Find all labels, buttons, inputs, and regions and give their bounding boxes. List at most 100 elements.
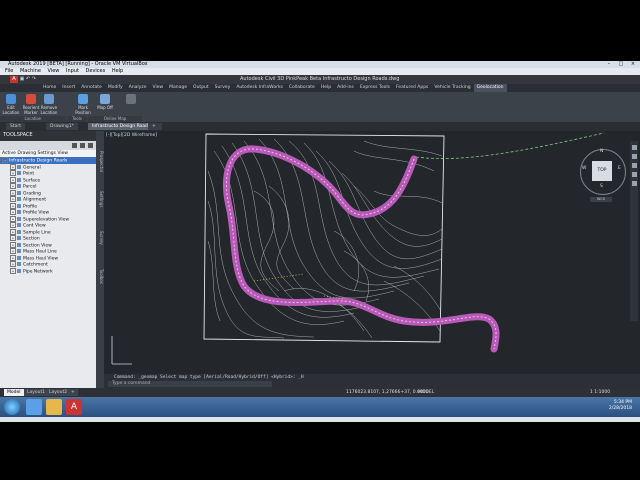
mark-position-label: Mark Position xyxy=(75,105,91,115)
settings-tree: − Infrastructo Design Roads + General + Poi… xyxy=(0,157,96,274)
doc-tab-start[interactable]: Start xyxy=(6,123,25,130)
zoom-extents-icon[interactable] xyxy=(631,163,637,168)
menu-devices[interactable]: Devices xyxy=(86,68,106,74)
drawing-viewport[interactable]: [-][Top][2D Wireframe] TOP N S E W WCS xyxy=(104,131,640,374)
new-tab-icon[interactable]: + xyxy=(148,123,162,130)
edit-location-label: Edit Location xyxy=(2,105,20,115)
tab-express-tools[interactable]: Express Tools xyxy=(357,84,393,92)
doc-tab-infrastructo[interactable]: Infrastructo Design Roads* xyxy=(88,123,157,130)
marker-icon xyxy=(26,94,36,104)
vbox-title: Autodesk 2019 [BETA] [Running] - Oracle … xyxy=(8,61,148,67)
viewcube-east: E xyxy=(618,166,621,171)
maximize-icon[interactable]: □ xyxy=(616,61,626,68)
side-tab-settings[interactable]: Settings xyxy=(96,191,104,207)
road-corridor xyxy=(223,145,500,353)
quick-access-toolbar[interactable]: A ▣ ↶ ↷ xyxy=(10,76,36,83)
clock-date: 2/28/2018 xyxy=(608,406,632,411)
menu-help[interactable]: Help xyxy=(112,68,123,74)
capture-icon xyxy=(126,94,136,104)
toolspace-view-icon[interactable] xyxy=(80,143,85,148)
tab-add-ins[interactable]: Add-ins xyxy=(334,84,357,92)
vbox-titlebar: Autodesk 2019 [BETA] [Running] - Oracle … xyxy=(0,61,640,68)
viewcube-south: S xyxy=(600,184,603,189)
menu-machine[interactable]: Machine xyxy=(20,68,41,74)
full-navigation-wheel-icon[interactable] xyxy=(631,145,637,150)
viewcube-north: N xyxy=(600,149,604,154)
edit-location-button[interactable]: Edit Location xyxy=(2,94,20,116)
orbit-icon[interactable] xyxy=(631,172,637,177)
annotation-scale[interactable]: 1 1:1000 xyxy=(590,389,610,396)
menu-file[interactable]: File xyxy=(5,68,13,74)
redo-icon[interactable]: ↷ xyxy=(32,76,36,82)
tab-help[interactable]: Help xyxy=(318,84,334,92)
vbox-menubar: File Machine View Input Devices Help xyxy=(0,68,640,75)
tab-output[interactable]: Output xyxy=(190,84,212,92)
mark-position-button[interactable]: Mark Position xyxy=(74,94,92,116)
app-menu-icon[interactable]: A xyxy=(10,76,18,83)
remove-location-icon xyxy=(44,94,54,104)
coordinates-readout: 1176023.8107, 1,27666+37, 0.0000 xyxy=(346,390,429,395)
save-icon[interactable]: ▣ xyxy=(20,76,25,82)
tab-infraworks[interactable]: Autodesk InfraWorks xyxy=(233,84,286,92)
toolspace-toolbar xyxy=(0,141,96,150)
tab-vehicle-tracking[interactable]: Vehicle Tracking xyxy=(431,84,473,92)
remove-location-label: Remove Location xyxy=(40,105,58,115)
reorient-marker-button[interactable]: Reorient Marker xyxy=(22,94,40,116)
capture-button[interactable] xyxy=(122,94,140,116)
map-icon xyxy=(100,94,110,104)
menu-view[interactable]: View xyxy=(48,68,60,74)
ribbon-tabs: Home Insert Annotate Modify Analyze View Manag… xyxy=(0,84,640,92)
add-layout-icon[interactable]: + xyxy=(68,389,78,396)
layout-tab-model[interactable]: Model xyxy=(4,389,24,396)
tab-analyze[interactable]: Analyze xyxy=(126,84,150,92)
tab-survey[interactable]: Survey xyxy=(212,84,234,92)
ie-icon[interactable] xyxy=(26,399,42,415)
windows-taskbar: A 5:34 PM 2/28/2018 xyxy=(0,397,640,417)
tab-view[interactable]: View xyxy=(149,84,166,92)
status-bar: Model Layout1 Layout2 + 1176023.8107, 1,… xyxy=(0,388,640,397)
model-space-indicator[interactable]: MODEL xyxy=(418,389,434,396)
layout-tab-layout1[interactable]: Layout1 xyxy=(24,389,49,396)
drawing-canvas[interactable] xyxy=(104,131,640,374)
reorient-marker-label: Reorient Marker xyxy=(22,105,40,115)
command-input[interactable]: Type a command xyxy=(108,381,272,387)
tab-home[interactable]: Home xyxy=(40,84,59,92)
tree-item[interactable]: + Pipe Network xyxy=(0,267,96,274)
navigation-bar xyxy=(630,141,638,321)
undo-icon[interactable]: ↶ xyxy=(26,76,30,82)
tab-insert[interactable]: Insert xyxy=(59,84,78,92)
ucs-menu[interactable]: WCS xyxy=(590,197,612,202)
viewcube-top-face[interactable]: TOP xyxy=(592,161,612,181)
map-off-button[interactable]: Map Off xyxy=(96,94,114,116)
layout-tab-layout2[interactable]: Layout2 xyxy=(46,389,71,396)
command-line: Command: _geomap Select map type [Aerial… xyxy=(104,374,640,388)
toolspace-header: TOOLSPACE xyxy=(0,131,96,141)
ribbon-panel: Edit Location Reorient Marker Remove Loc… xyxy=(0,92,640,123)
help-icon[interactable] xyxy=(88,143,93,148)
viewcube-west: W xyxy=(582,166,587,171)
tab-collaborate[interactable]: Collaborate xyxy=(286,84,318,92)
showmotion-icon[interactable] xyxy=(631,181,637,186)
app-title: Autodesk Civil 3D PinkPeak Beta Infrastr… xyxy=(240,76,400,82)
autocad-icon[interactable]: A xyxy=(66,399,82,415)
remove-location-button[interactable]: Remove Location xyxy=(40,94,58,116)
toolspace-title: TOOLSPACE xyxy=(3,132,33,138)
minimize-icon[interactable]: – xyxy=(604,61,614,68)
tab-manage[interactable]: Manage xyxy=(166,84,190,92)
tab-modify[interactable]: Modify xyxy=(105,84,126,92)
side-tab-prospector[interactable]: Prospector xyxy=(96,151,104,172)
explorer-icon[interactable] xyxy=(46,399,62,415)
start-button-icon[interactable] xyxy=(4,399,20,415)
side-tab-survey[interactable]: Survey xyxy=(96,231,104,245)
close-icon[interactable]: × xyxy=(628,61,638,68)
pan-icon[interactable] xyxy=(631,154,637,159)
tab-annotate[interactable]: Annotate xyxy=(78,84,105,92)
menu-input[interactable]: Input xyxy=(66,68,79,74)
toolspace-view-select[interactable]: Active Drawing Settings View xyxy=(0,150,98,157)
side-tab-toolbox[interactable]: Toolbox xyxy=(96,269,104,284)
doc-tab-drawing1[interactable]: Drawing1* xyxy=(46,123,78,130)
toolspace-option-icon[interactable] xyxy=(72,143,77,148)
tab-featured-apps[interactable]: Featured Apps xyxy=(393,84,431,92)
tab-geolocation[interactable]: Geolocation xyxy=(473,84,507,92)
ucs-icon xyxy=(111,336,132,365)
